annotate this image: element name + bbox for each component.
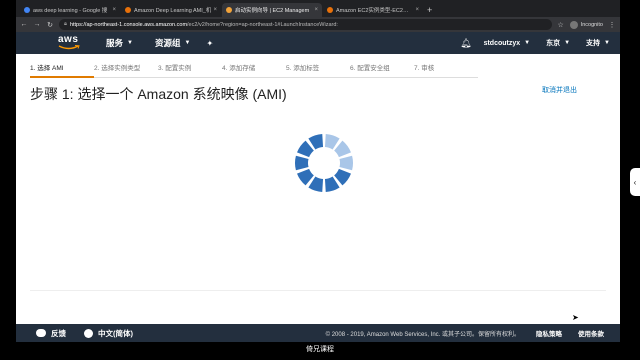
step-configure-security-group[interactable]: 6. 配置安全组 [350,62,414,78]
loading-spinner-icon [295,134,353,192]
tab-title: 启动实例向导 | EC2 Managem [235,8,310,14]
feedback-button[interactable]: 反馈 [36,328,66,339]
aws-console-nav: aws 服务 ▼ 资源组 ▼ ✦ 🔔︎ stdcoutzyx ▼ 东京 ▼ 支持… [16,32,620,54]
chevron-down-icon: ▼ [127,40,133,46]
pin-icon[interactable]: ✦ [206,39,213,48]
browser-tab-4[interactable]: Amazon EC2实例类型-EC2虚拟 × [323,3,423,17]
support-label: 支持 [586,40,601,47]
console-footer: 反馈 中文(简体) © 2008 - 2019, Amazon Web Serv… [16,324,620,342]
url-host: https://ap-northeast-1.console.aws.amazo… [69,21,188,28]
tab-title: Amazon Deep Learning AMI_机 [134,8,212,14]
logo-text: aws [58,34,79,45]
new-tab-button[interactable]: + [427,3,432,17]
step-add-tags[interactable]: 5. 添加标签 [286,62,350,78]
star-icon[interactable]: ☆ [557,21,565,29]
mouse-cursor-icon: ➤ [572,313,579,322]
spinner-segment [295,155,309,171]
spinner-segment [339,155,353,171]
cancel-and-exit-link[interactable]: 取消并退出 [542,85,577,95]
step-review[interactable]: 7. 审核 [414,62,478,78]
smile-logo-icon [58,45,80,50]
copyright-text: © 2008 - 2019, Amazon Web Services, Inc.… [325,331,520,338]
terms-of-use-link[interactable]: 使用条款 [578,328,604,338]
content-divider [30,290,606,291]
support-menu[interactable]: 支持 ▼ [586,38,610,48]
tab-title: aws deep learning - Google 搜 [33,8,108,14]
url-input[interactable]: 🔒︎ https://ap-northeast-1.console.aws.am… [59,19,552,30]
account-menu[interactable]: stdcoutzyx ▼ [484,40,531,47]
wizard-steps: 1. 选择 AMI 2. 选择实例类型 3. 配置实例 4. 添加存储 5. 添… [30,62,478,78]
side-panel-handle[interactable]: ‹ [630,168,640,196]
chevron-down-icon: ▼ [564,40,571,46]
incognito-label: Incognito [580,21,603,28]
page-title: 步骤 1: 选择一个 Amazon 系统映像 (AMI) [30,86,287,102]
browser-window: aws deep learning - Google 搜 × Amazon De… [16,0,620,342]
incognito-indicator: Incognito [569,20,603,29]
chat-bubble-icon [36,329,46,337]
close-icon[interactable]: × [112,7,116,13]
services-label: 服务 [106,38,124,48]
language-selector[interactable]: 中文(简体) [84,328,133,339]
chevron-left-icon: ‹ [633,177,637,187]
google-favicon-icon [24,7,30,13]
aws-favicon-icon [327,7,333,13]
username-label: stdcoutzyx [483,39,521,47]
forward-icon[interactable]: → [33,21,41,28]
step-add-storage[interactable]: 4. 添加存储 [222,62,286,78]
browser-tab-2[interactable]: Amazon Deep Learning AMI_机 × [121,3,221,17]
chevron-down-icon: ▼ [604,40,610,46]
globe-icon [84,328,93,338]
spinner-segments [295,134,353,192]
tab-title: Amazon EC2实例类型-EC2虚拟 [336,8,414,14]
url-path: /ec2/v2/home?region=ap-northeast-1#Launc… [187,21,338,28]
resource-groups-menu[interactable]: 资源组 ▼ [155,37,190,49]
chevron-down-icon: ▼ [184,40,191,46]
chevron-down-icon: ▼ [524,40,531,46]
aws-favicon-icon [125,7,131,13]
region-label: 东京 [546,40,561,47]
browser-tab-3[interactable]: 启动实例向导 | EC2 Managem × [222,3,322,17]
browser-tab-1[interactable]: aws deep learning - Google 搜 × [20,3,120,17]
aws-favicon-icon [226,7,232,13]
resource-groups-label: 资源组 [154,38,181,48]
address-bar-row: ← → ↻ 🔒︎ https://ap-northeast-1.console.… [16,17,620,32]
lock-icon: 🔒︎ [64,21,67,27]
incognito-icon [569,20,578,29]
close-icon[interactable]: × [415,7,419,13]
step-choose-ami[interactable]: 1. 选择 AMI [30,62,94,78]
privacy-policy-link[interactable]: 隐私策略 [536,328,562,338]
language-label: 中文(简体) [98,328,133,338]
step-configure-instance[interactable]: 3. 配置实例 [158,62,222,78]
step-choose-instance-type[interactable]: 2. 选择实例类型 [94,62,158,78]
close-icon[interactable]: × [314,7,318,13]
menu-icon[interactable]: ⋮ [608,21,616,29]
back-icon[interactable]: ← [20,21,28,28]
region-menu[interactable]: 东京 ▼ [546,38,570,48]
close-icon[interactable]: × [213,7,217,13]
feedback-label: 反馈 [51,328,66,338]
services-menu[interactable]: 服务 ▼ [106,37,133,49]
aws-logo[interactable]: aws [56,33,84,53]
reload-icon[interactable]: ↻ [46,21,54,29]
video-caption: 倚兄课程 [306,346,334,353]
tab-strip: aws deep learning - Google 搜 × Amazon De… [16,0,620,17]
bell-icon[interactable]: 🔔︎ [460,38,471,49]
